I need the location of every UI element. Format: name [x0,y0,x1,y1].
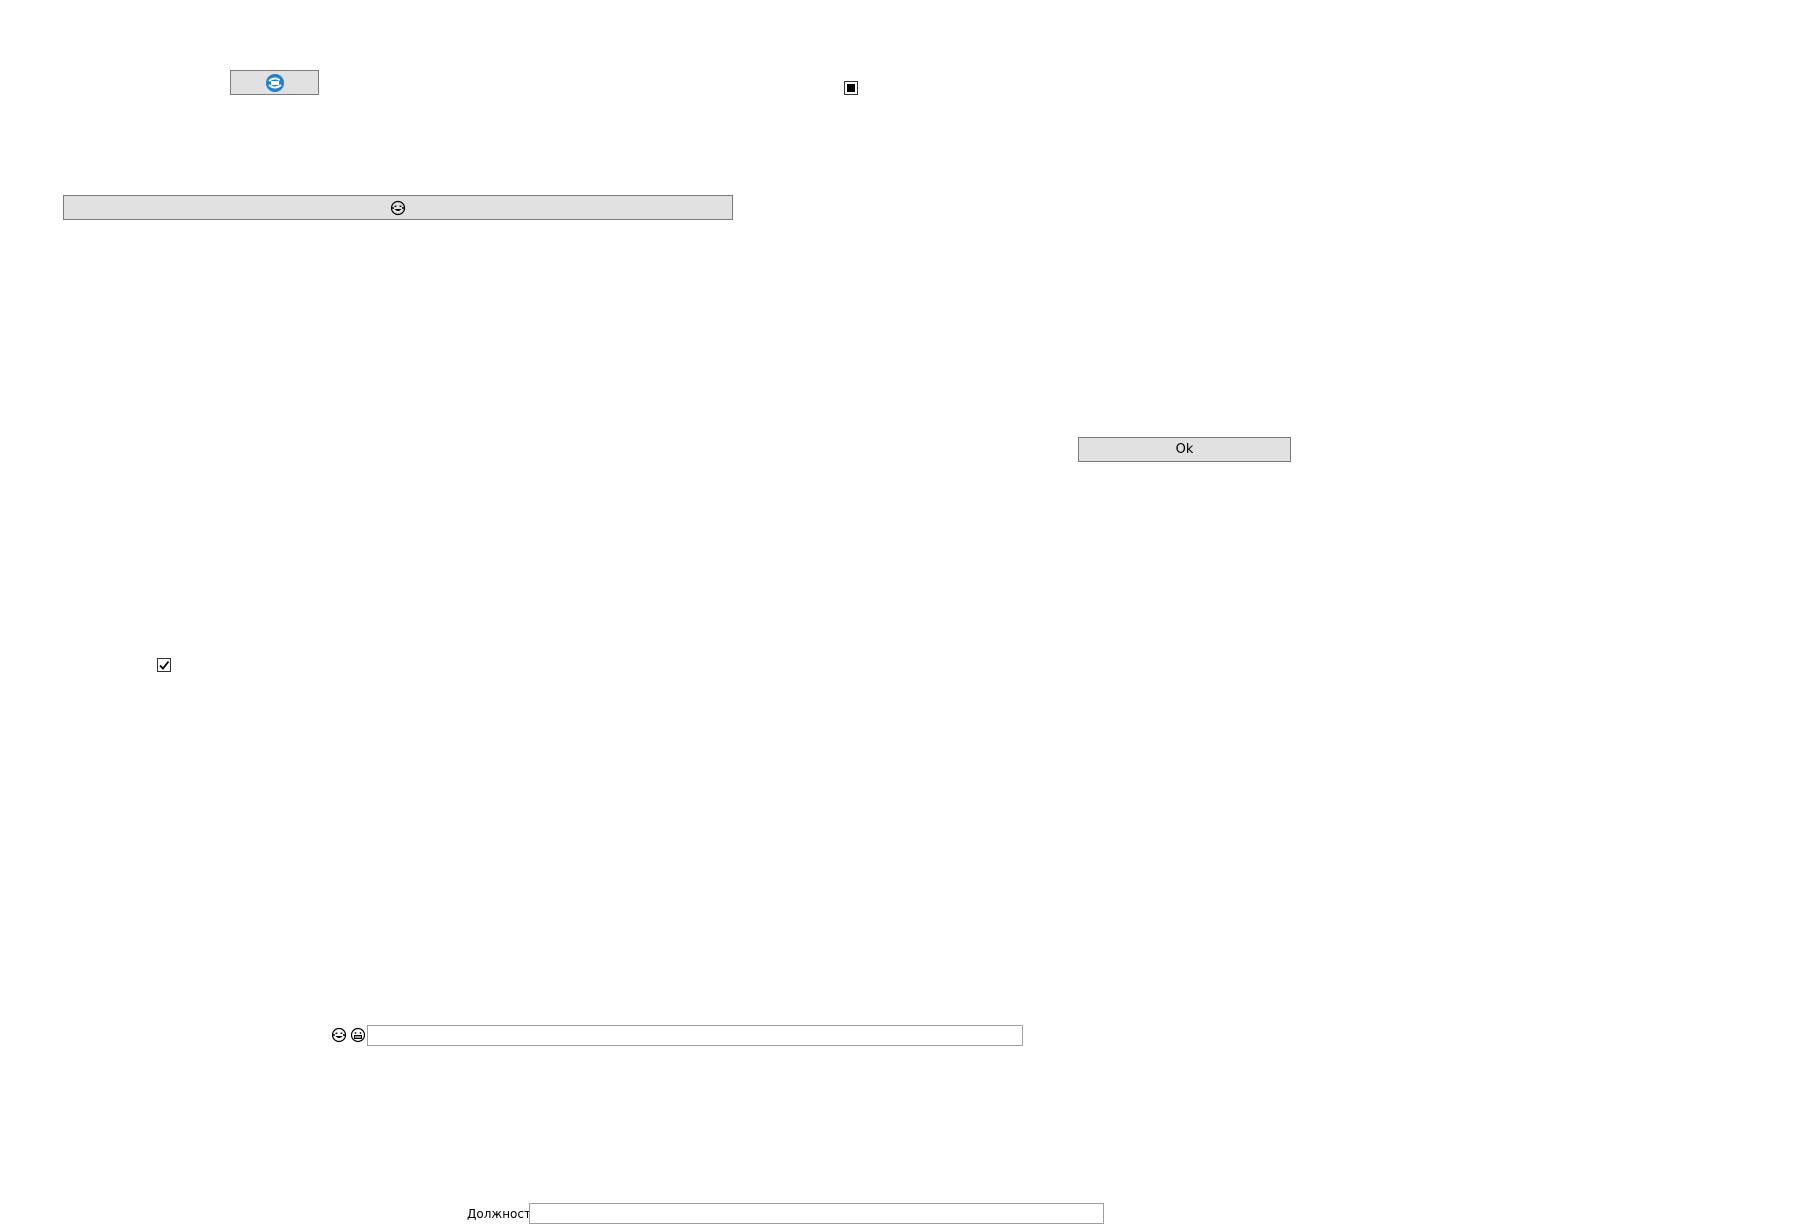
position-label: Должность [467,1207,539,1221]
ok-button-label: Ok [1175,442,1194,457]
grinning-face-icon [350,1027,366,1043]
checkmark-icon [158,659,170,671]
refresh-button[interactable] [230,70,319,95]
ok-button[interactable]: Ok [1078,437,1291,462]
square-fill-icon [847,84,855,92]
app-window: Ok Должность [0,0,1797,1229]
laughing-face-icon [331,1027,347,1043]
emoji-button[interactable] [63,195,733,220]
position-field[interactable] [529,1203,1104,1224]
laughing-face-icon [390,200,406,216]
emoji-text-input[interactable] [367,1025,1023,1046]
indeterminate-checkbox[interactable] [844,81,858,95]
refresh-globe-icon [264,72,286,94]
checked-checkbox[interactable] [157,658,171,672]
